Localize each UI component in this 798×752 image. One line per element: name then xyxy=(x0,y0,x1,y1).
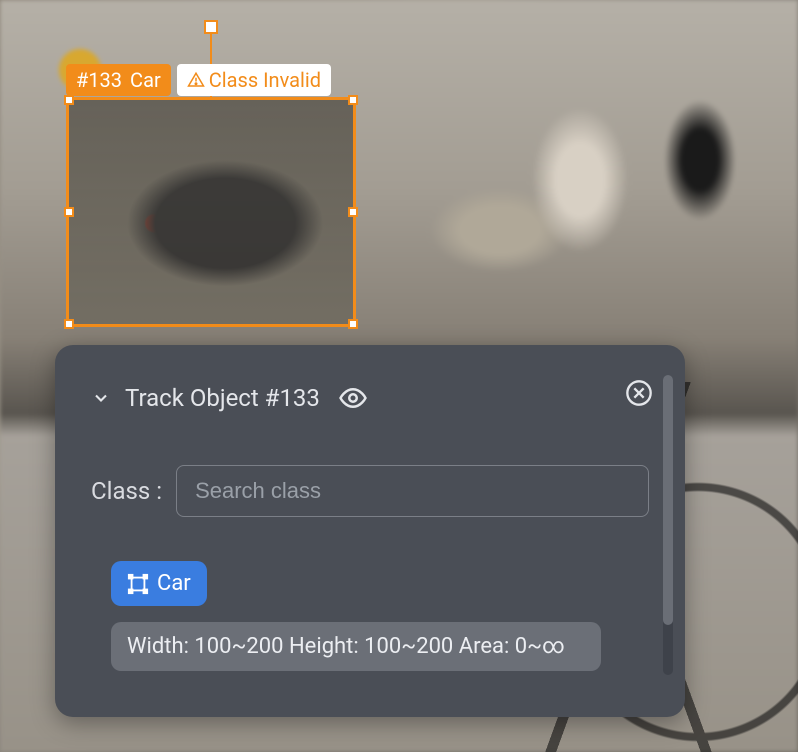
bounding-box-content xyxy=(69,100,353,324)
bbox-warning-text: Class Invalid xyxy=(209,70,321,90)
object-constraints: Width: 100~200 Height: 100~200 Area: 0~∞ xyxy=(111,622,601,671)
class-search-input[interactable] xyxy=(176,465,649,517)
close-button[interactable] xyxy=(623,379,655,411)
panel-title: Track Object #133 xyxy=(125,384,320,412)
bbox-handle-mid-left[interactable] xyxy=(64,207,74,217)
panel-scrollbar-track[interactable] xyxy=(663,375,673,675)
class-field-row: Class : xyxy=(91,465,649,517)
panel-scrollbar-thumb[interactable] xyxy=(663,375,673,625)
visibility-icon[interactable] xyxy=(338,383,368,413)
bbox-handle-bottom-left[interactable] xyxy=(64,319,74,329)
object-constraints-text: Width: 100~200 Height: 100~200 Area: 0~∞ xyxy=(127,634,565,659)
close-circle-icon xyxy=(625,379,653,411)
object-class-chip-label: Car xyxy=(157,571,191,596)
bbox-class-text: Car xyxy=(130,70,161,90)
bbox-handle-top-left[interactable] xyxy=(64,95,74,105)
chevron-down-icon[interactable] xyxy=(91,388,111,408)
object-class-chip[interactable]: Car xyxy=(111,561,207,606)
class-field-label: Class : xyxy=(91,477,162,505)
bbox-warning-label[interactable]: Class Invalid xyxy=(177,64,331,96)
bounding-box-icon xyxy=(127,573,149,595)
bbox-id-class-label[interactable]: #133 Car xyxy=(66,64,171,96)
annotation-viewport: #133 Car Class Invalid xyxy=(0,0,798,752)
bbox-handle-top-right[interactable] xyxy=(348,95,358,105)
bbox-handle-mid-right[interactable] xyxy=(348,207,358,217)
warning-triangle-icon xyxy=(187,71,205,89)
bbox-id-text: #133 xyxy=(76,70,122,90)
bbox-handle-bottom-right[interactable] xyxy=(348,319,358,329)
bbox-label-group: #133 Car Class Invalid xyxy=(66,64,331,96)
object-details: Car Width: 100~200 Height: 100~200 Area:… xyxy=(111,561,649,671)
panel-header: Track Object #133 xyxy=(91,383,649,413)
bounding-box[interactable]: #133 Car Class Invalid xyxy=(66,97,356,327)
object-properties-panel: Track Object #133 Class : xyxy=(55,345,685,717)
bbox-rotation-handle[interactable] xyxy=(204,20,218,34)
